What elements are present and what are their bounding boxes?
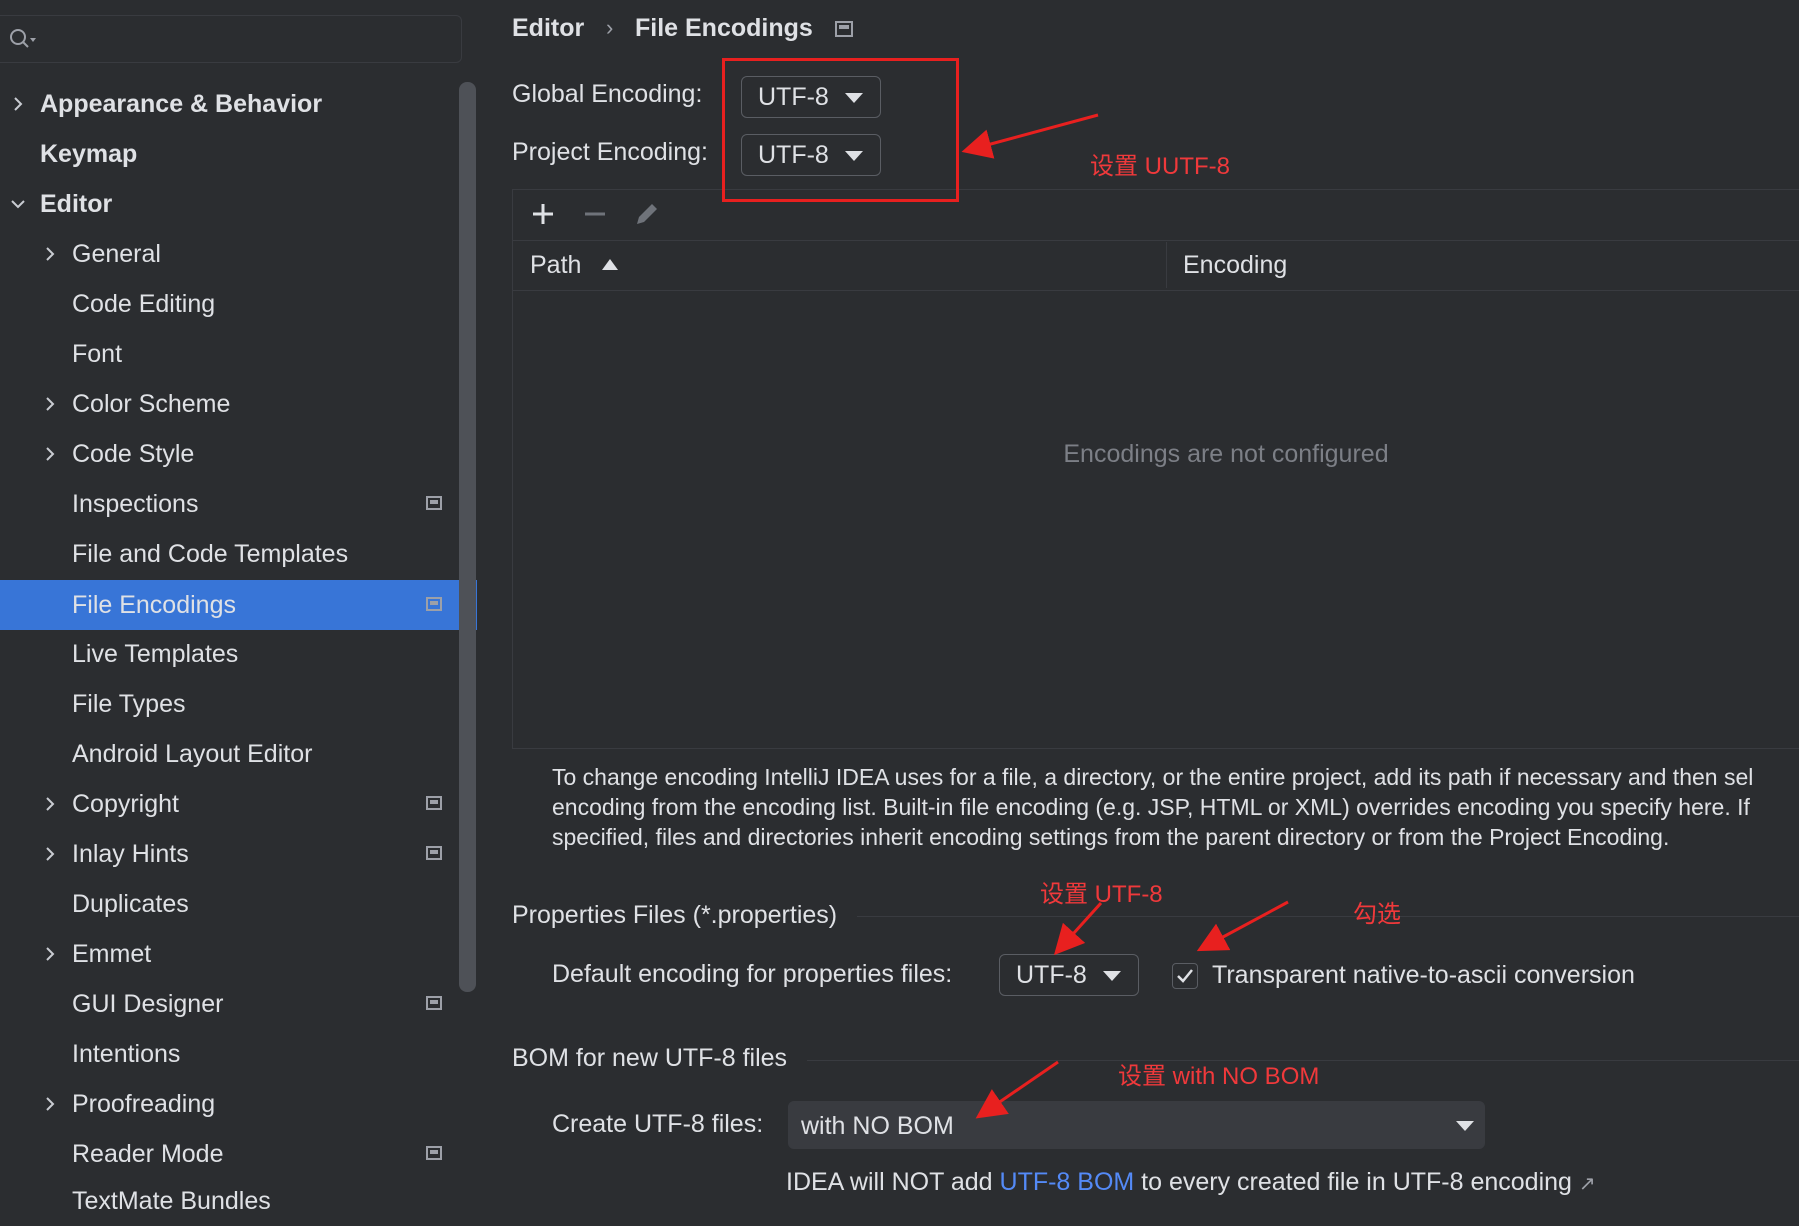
project-scope-icon <box>426 597 442 611</box>
chevron-right-icon <box>46 397 55 411</box>
project-scope-icon <box>426 796 442 810</box>
properties-section-title: Properties Files (*.properties) <box>512 901 838 929</box>
transparent-conversion-checkbox[interactable] <box>1172 963 1198 989</box>
bom-section-title: BOM for new UTF-8 files <box>512 1044 788 1072</box>
checkmark-icon <box>1177 969 1193 983</box>
encoding-description: To change encoding IntelliJ IDEA uses fo… <box>552 764 1754 850</box>
search-icon <box>10 29 36 48</box>
breadcrumb-parent[interactable]: Editor <box>512 10 584 46</box>
chevron-right-icon <box>46 847 55 861</box>
annotation-highlight-box <box>722 58 959 202</box>
global-encoding-label: Global Encoding: <box>512 80 703 108</box>
settings-main-panel: Editor › File Encodings Global Encoding:… <box>477 0 1799 1208</box>
project-scope-icon <box>835 21 853 37</box>
section-divider <box>857 916 1799 917</box>
sidebar-item-inspections[interactable]: Inspections <box>0 479 477 529</box>
chevron-right-icon <box>14 97 23 111</box>
sidebar-item-file-encodings[interactable]: File Encodings <box>0 580 477 630</box>
edit-pencil-icon[interactable] <box>631 198 663 230</box>
sidebar-item-gui-designer[interactable]: GUI Designer <box>0 979 477 1029</box>
sidebar-item-proofreading[interactable]: Proofreading <box>0 1079 477 1129</box>
bom-note: IDEA will NOT add UTF-8 BOM to every cre… <box>786 1168 1596 1196</box>
chevron-right-icon <box>46 447 55 461</box>
sidebar-item-code-editing[interactable]: Code Editing <box>0 279 477 329</box>
chevron-right-icon <box>46 247 55 261</box>
sidebar-item-intentions[interactable]: Intentions <box>0 1029 477 1079</box>
add-icon[interactable] <box>527 198 559 230</box>
bom-mode-select[interactable]: with NO BOM <box>788 1101 1485 1149</box>
breadcrumb-separator: › <box>606 15 614 40</box>
create-utf8-label: Create UTF-8 files: <box>552 1110 764 1138</box>
settings-search-input[interactable] <box>0 15 462 63</box>
column-header-path[interactable]: Path <box>530 240 581 290</box>
external-link-icon: ↗ <box>1578 1173 1596 1195</box>
annotation-text: 勾选 <box>1353 901 1401 928</box>
properties-encoding-select[interactable]: UTF-8 <box>999 954 1139 996</box>
sidebar-item-color-scheme[interactable]: Color Scheme <box>0 379 477 429</box>
sidebar-item-code-style[interactable]: Code Style <box>0 429 477 479</box>
remove-icon[interactable] <box>579 198 611 230</box>
sort-ascending-icon <box>602 259 618 270</box>
sidebar-item-keymap[interactable]: Keymap <box>0 129 477 179</box>
chevron-right-icon <box>46 797 55 811</box>
sidebar-item-android-layout-editor[interactable]: Android Layout Editor <box>0 729 477 779</box>
annotation-text: 设置 with NO BOM <box>1118 1063 1320 1090</box>
sidebar-item-general[interactable]: General <box>0 229 477 279</box>
sidebar-item-inlay-hints[interactable]: Inlay Hints <box>0 829 477 879</box>
utf8-bom-link[interactable]: UTF-8 BOM <box>1000 1168 1135 1196</box>
sidebar-item-file-code-templates[interactable]: File and Code Templates <box>0 529 477 579</box>
dropdown-arrow-icon <box>1103 971 1121 981</box>
sidebar-item-font[interactable]: Font <box>0 329 477 379</box>
chevron-down-icon <box>11 200 25 209</box>
transparent-conversion-label[interactable]: Transparent native-to-ascii conversion <box>1212 961 1635 990</box>
sidebar-item-emmet[interactable]: Emmet <box>0 929 477 979</box>
sidebar-item-live-templates[interactable]: Live Templates <box>0 629 477 679</box>
project-encoding-label: Project Encoding: <box>512 138 708 166</box>
sidebar-item-file-types[interactable]: File Types <box>0 679 477 729</box>
project-scope-icon <box>426 846 442 860</box>
chevron-right-icon <box>46 1097 55 1111</box>
annotation-text: 设置 UTF-8 <box>1040 881 1163 908</box>
page-title: File Encodings <box>635 14 813 42</box>
sidebar-item-textmate-bundles[interactable]: TextMate Bundles <box>0 1176 477 1226</box>
table-empty-text: Encodings are not configured <box>1063 440 1389 468</box>
project-scope-icon <box>426 1146 442 1160</box>
table-header: Path Encoding <box>513 240 1799 291</box>
project-scope-icon <box>426 496 442 510</box>
settings-sidebar: Appearance & Behavior Keymap Editor Gene… <box>0 0 477 1215</box>
sidebar-item-appearance-behavior[interactable]: Appearance & Behavior <box>0 79 477 129</box>
sidebar-item-copyright[interactable]: Copyright <box>0 779 477 829</box>
annotation-text: 设置 UUTF-8 <box>1090 153 1230 180</box>
sidebar-item-duplicates[interactable]: Duplicates <box>0 879 477 929</box>
dropdown-arrow-icon <box>1456 1121 1474 1131</box>
chevron-right-icon <box>46 947 55 961</box>
project-scope-icon <box>426 996 442 1010</box>
sidebar-scrollbar[interactable] <box>459 82 476 992</box>
path-encoding-table: Path Encoding Encodings are not configur… <box>512 189 1799 749</box>
sidebar-item-reader-mode[interactable]: Reader Mode <box>0 1129 477 1179</box>
column-divider[interactable] <box>1166 242 1167 288</box>
column-header-encoding[interactable]: Encoding <box>1183 240 1287 290</box>
table-toolbar <box>513 190 1799 241</box>
properties-default-encoding-label: Default encoding for properties files: <box>552 960 953 988</box>
sidebar-item-editor[interactable]: Editor <box>0 179 477 229</box>
